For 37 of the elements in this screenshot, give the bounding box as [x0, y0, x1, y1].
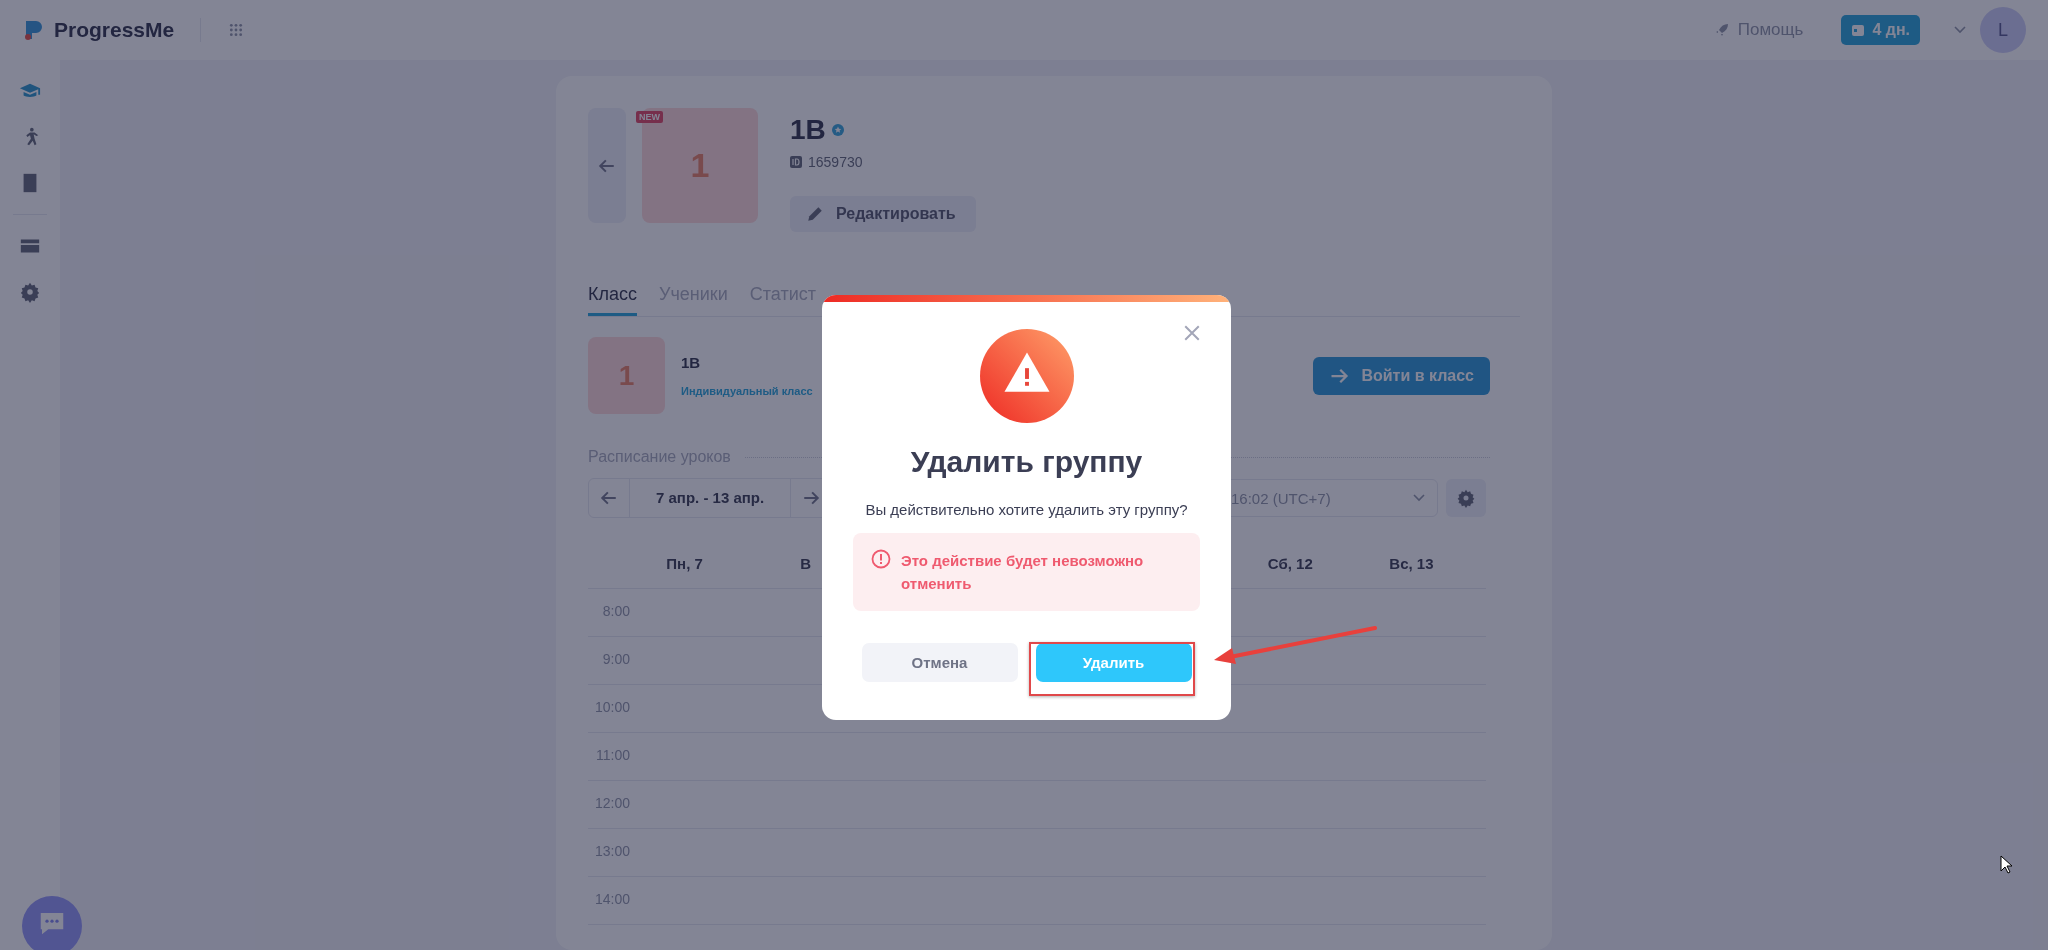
cancel-button[interactable]: Отмена: [861, 643, 1018, 682]
group-title: 1В: [790, 114, 826, 146]
apps-grid-icon[interactable]: [229, 23, 244, 37]
calendar-icon: [1851, 23, 1866, 37]
chevron-down-icon[interactable]: [1954, 26, 1966, 34]
close-icon[interactable]: [1183, 324, 1201, 342]
arrow-left-icon: [600, 489, 618, 507]
warning-text: Это действие будет невозможно отменить: [901, 551, 1145, 594]
week-range: 7 апр. - 13 апр.: [629, 479, 792, 517]
day-header: Пн, 7: [666, 554, 703, 572]
pencil-icon: [806, 205, 824, 223]
arrow-right-icon: [802, 489, 821, 507]
edit-button[interactable]: Редактировать: [790, 196, 976, 232]
enter-class-button[interactable]: Войти в класс: [1313, 356, 1490, 395]
dialog-title: Удалить группу: [910, 445, 1143, 479]
tab[interactable]: Класс: [588, 284, 637, 316]
exclamation-icon: [871, 549, 891, 569]
settings-icon[interactable]: [19, 281, 41, 303]
star-badge-icon: [831, 124, 844, 136]
group-id: 1659730: [808, 154, 863, 170]
logo-text: ProgressMe: [54, 18, 175, 42]
day-header: Вс, 13: [1389, 554, 1434, 572]
chevron-down-icon: [1413, 494, 1425, 502]
dialog-message: Вы действительно хотите удалить эту группу?: [865, 501, 1188, 518]
warning-icon: [979, 329, 1074, 423]
class-type-label: Индивидуальный класс: [681, 385, 813, 397]
settings-button[interactable]: [1446, 479, 1486, 517]
mouse-cursor-icon: [2000, 855, 2014, 875]
chat-button[interactable]: [22, 896, 82, 950]
day-header: В: [800, 554, 812, 572]
delete-button[interactable]: Удалить: [1035, 643, 1192, 682]
id-icon: [790, 156, 802, 168]
settings-icon: [1456, 488, 1476, 508]
new-badge: NEW: [636, 111, 663, 123]
day-header: Сб, 12: [1267, 554, 1313, 572]
class-name: 1В: [681, 354, 702, 371]
trial-days-badge[interactable]: 4 дн.: [1841, 15, 1920, 45]
